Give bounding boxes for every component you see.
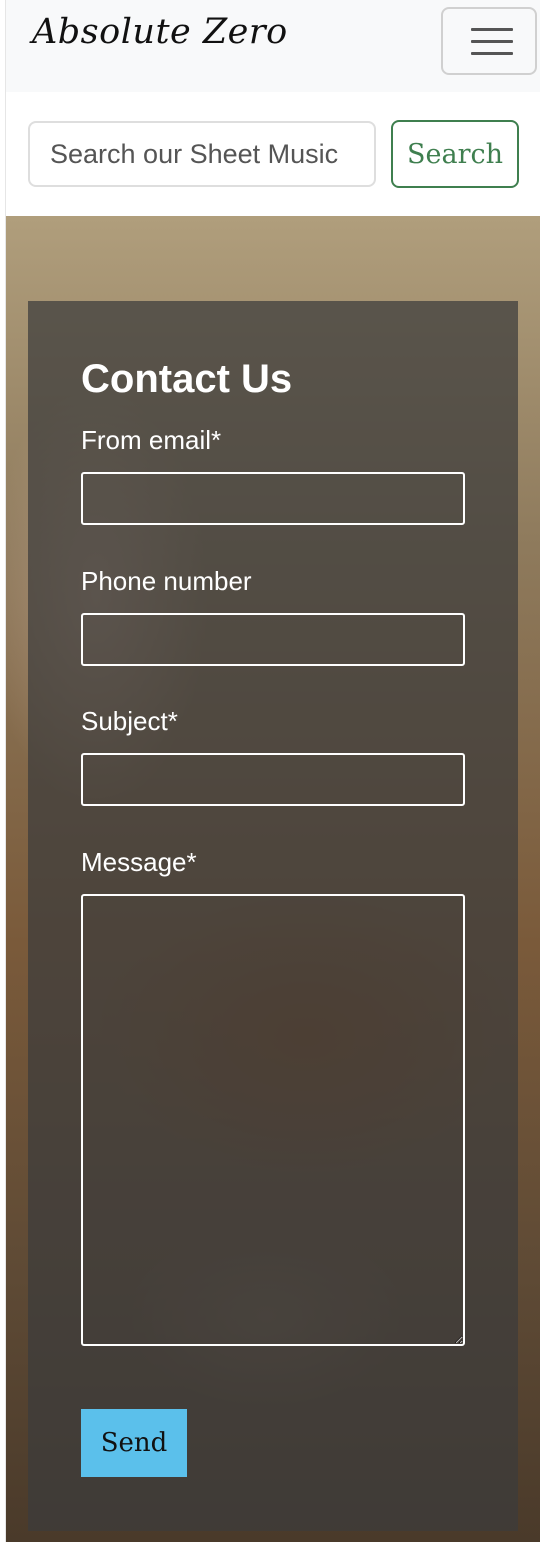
navbar: Absolute Zero [6,0,540,92]
message-field[interactable] [81,894,465,1346]
subject-field[interactable] [81,753,465,806]
brand-logo[interactable]: Absolute Zero [32,12,288,52]
hero-background: Contact Us From email* Phone number Subj… [6,216,540,1542]
email-label: From email* [81,425,222,455]
search-bar: Search [6,92,540,216]
search-button[interactable]: Search [391,120,519,188]
search-input[interactable] [28,121,376,187]
subject-label: Subject* [81,706,178,736]
message-label: Message* [81,847,197,877]
send-button[interactable]: Send [81,1409,187,1477]
contact-form-panel: Contact Us From email* Phone number Subj… [28,301,518,1531]
phone-field[interactable] [81,613,465,666]
page-title: Contact Us [81,357,293,401]
email-field[interactable] [81,472,465,525]
menu-toggle-button[interactable] [441,7,537,75]
phone-label: Phone number [81,566,252,596]
